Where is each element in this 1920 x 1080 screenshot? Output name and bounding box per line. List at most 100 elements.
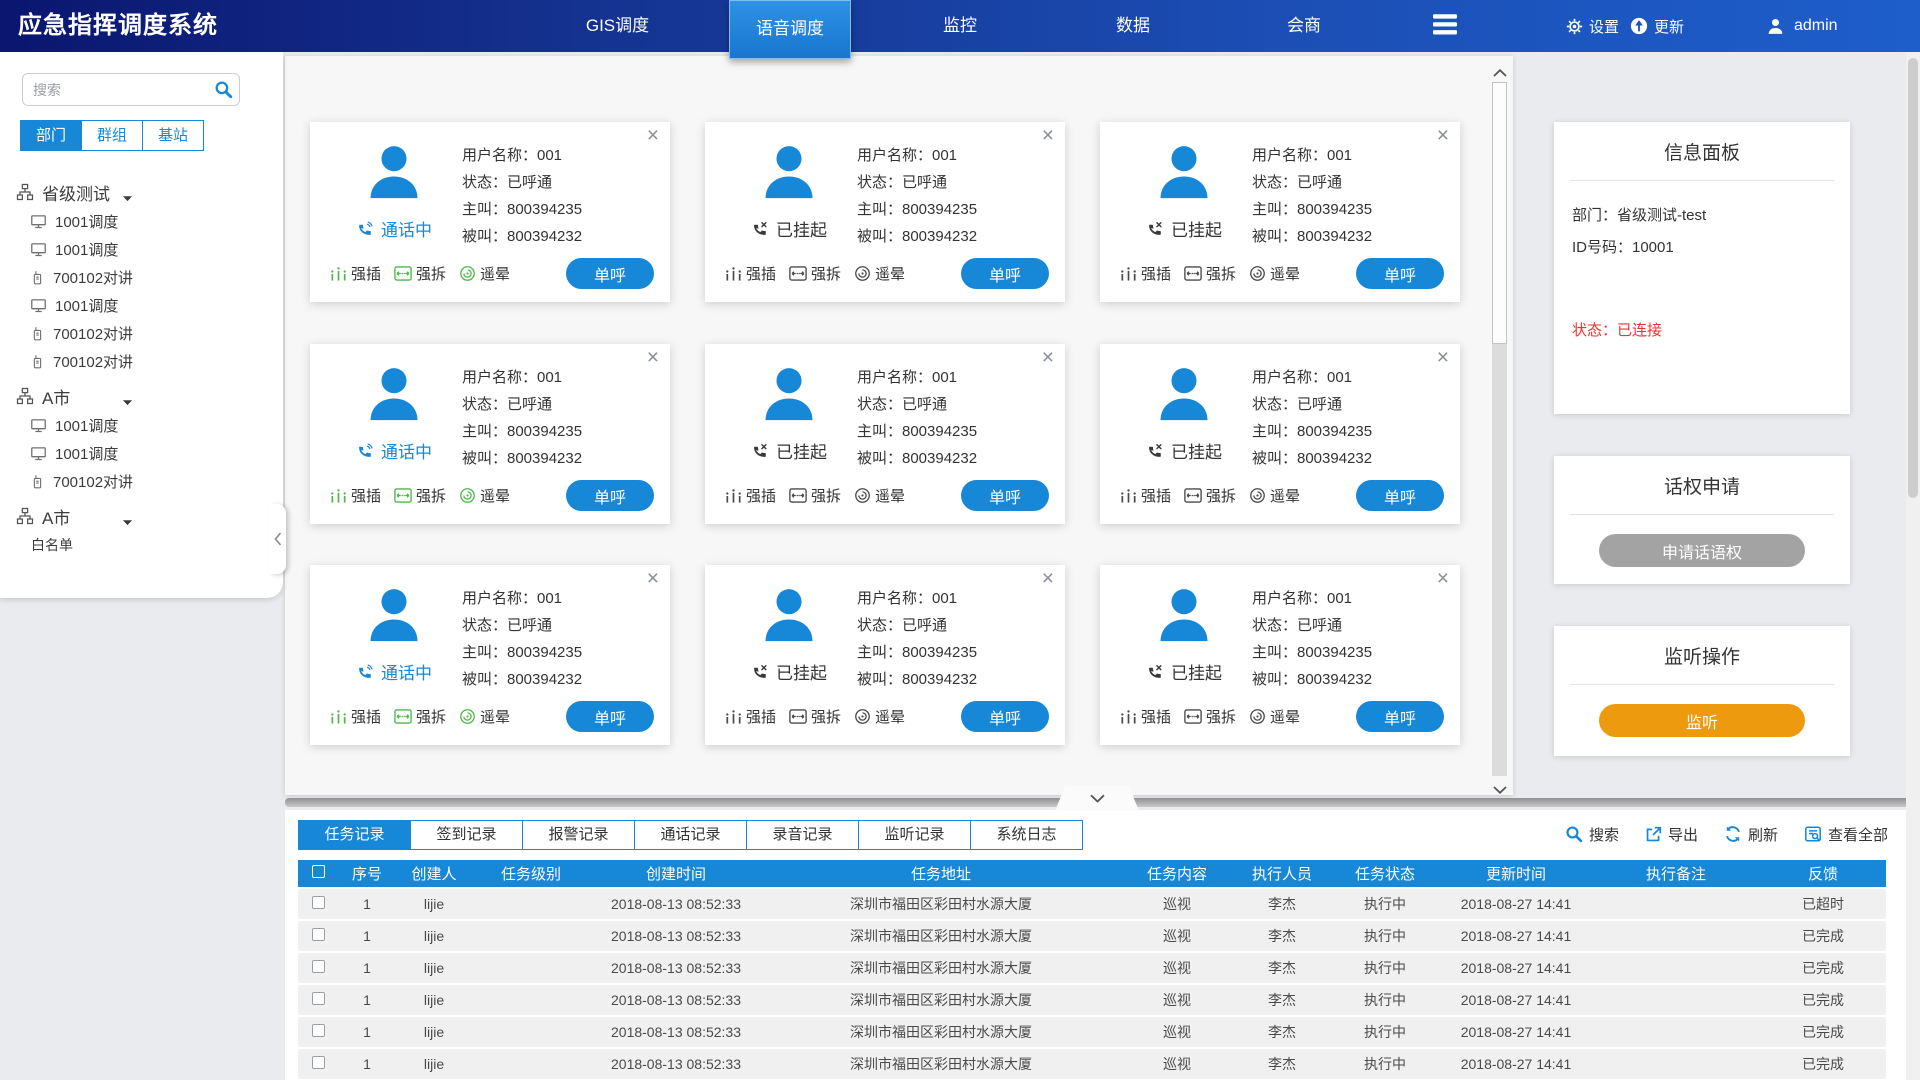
force-release-button[interactable]: 强拆 <box>394 706 446 727</box>
close-icon[interactable]: × <box>647 567 659 591</box>
close-icon[interactable]: × <box>647 124 659 148</box>
nav-item-3[interactable]: 数据 <box>1078 0 1188 52</box>
tree-group[interactable]: A市 <box>0 501 283 531</box>
single-call-button[interactable]: 单呼 <box>1356 480 1444 511</box>
force-release-button[interactable]: 强拆 <box>1184 485 1236 506</box>
tree-item[interactable]: 1001调度 <box>0 411 283 439</box>
force-release-button[interactable]: 强拆 <box>394 485 446 506</box>
row-checkbox[interactable] <box>312 1024 325 1037</box>
barge-in-button[interactable]: 强插 <box>1120 263 1171 284</box>
barge-in-button[interactable]: 强插 <box>725 263 776 284</box>
force-release-button[interactable]: 强拆 <box>394 263 446 284</box>
barge-in-button[interactable]: 强插 <box>1120 485 1171 506</box>
tree-item[interactable]: 1001调度 <box>0 207 283 235</box>
tool-export[interactable]: 导出 <box>1645 824 1698 845</box>
sidebar-tab-2[interactable]: 基站 <box>142 120 204 151</box>
user-menu[interactable]: admin <box>1766 0 1838 52</box>
close-icon[interactable]: × <box>1437 346 1449 370</box>
single-call-button[interactable]: 单呼 <box>566 480 654 511</box>
force-release-button[interactable]: 强拆 <box>1184 263 1236 284</box>
force-release-button[interactable]: 强拆 <box>789 263 841 284</box>
record-tab-6[interactable]: 系统日志 <box>970 820 1083 850</box>
remote-stun-button[interactable]: 遥晕 <box>1249 706 1300 727</box>
nav-item-1[interactable]: 语音调度 <box>729 0 851 59</box>
single-call-button[interactable]: 单呼 <box>566 701 654 732</box>
barge-in-button[interactable]: 强插 <box>330 485 381 506</box>
record-tab-0[interactable]: 任务记录 <box>298 820 411 850</box>
tree-item[interactable]: 白名单 <box>0 531 283 559</box>
scroll-down-icon[interactable] <box>1493 781 1507 795</box>
menu-icon[interactable] <box>1433 14 1457 40</box>
scroll-up-icon[interactable] <box>1493 64 1507 78</box>
scrollbar-thumb[interactable] <box>1492 82 1507 344</box>
remote-stun-button[interactable]: 遥晕 <box>459 706 510 727</box>
single-call-button[interactable]: 单呼 <box>961 258 1049 289</box>
monitor-button[interactable]: 监听 <box>1599 704 1805 737</box>
barge-in-button[interactable]: 强插 <box>725 485 776 506</box>
remote-stun-button[interactable]: 遥晕 <box>854 263 905 284</box>
tool-refresh[interactable]: 刷新 <box>1724 824 1778 845</box>
close-icon[interactable]: × <box>647 346 659 370</box>
sidebar-tab-1[interactable]: 群组 <box>81 120 143 151</box>
select-all-checkbox[interactable] <box>312 865 325 878</box>
tool-search[interactable]: 搜索 <box>1565 824 1619 845</box>
remote-stun-button[interactable]: 遥晕 <box>854 706 905 727</box>
single-call-button[interactable]: 单呼 <box>1356 258 1444 289</box>
nav-item-0[interactable]: GIS调度 <box>560 0 675 52</box>
row-checkbox[interactable] <box>312 1056 325 1069</box>
tree-item[interactable]: 1001调度 <box>0 439 283 467</box>
caret-down-icon[interactable] <box>122 188 133 208</box>
request-floor-button[interactable]: 申请话语权 <box>1599 534 1805 567</box>
single-call-button[interactable]: 单呼 <box>566 258 654 289</box>
close-icon[interactable]: × <box>1437 124 1449 148</box>
tree-group[interactable]: A市 <box>0 381 283 411</box>
close-icon[interactable]: × <box>1042 346 1054 370</box>
search-input[interactable] <box>22 73 240 106</box>
remote-stun-button[interactable]: 遥晕 <box>459 263 510 284</box>
close-icon[interactable]: × <box>1437 567 1449 591</box>
barge-in-button[interactable]: 强插 <box>330 263 381 284</box>
table-row[interactable]: 1 lijie 2018-08-13 08:52:33 深圳市福田区彩田村水源大… <box>298 985 1886 1015</box>
page-scrollbar-thumb[interactable] <box>1908 58 1918 498</box>
row-checkbox[interactable] <box>312 960 325 973</box>
page-scrollbar[interactable] <box>1906 52 1920 1080</box>
tree-group[interactable]: 省级测试 <box>0 177 283 207</box>
row-checkbox[interactable] <box>312 928 325 941</box>
single-call-button[interactable]: 单呼 <box>961 701 1049 732</box>
cards-scrollbar[interactable] <box>1490 56 1510 795</box>
table-row[interactable]: 1 lijie 2018-08-13 08:52:33 深圳市福田区彩田村水源大… <box>298 889 1886 919</box>
search-icon[interactable] <box>214 80 233 99</box>
close-icon[interactable]: × <box>1042 567 1054 591</box>
remote-stun-button[interactable]: 遥晕 <box>1249 263 1300 284</box>
tree-item[interactable]: 1001调度 <box>0 235 283 263</box>
table-row[interactable]: 1 lijie 2018-08-13 08:52:33 深圳市福田区彩田村水源大… <box>298 953 1886 983</box>
close-icon[interactable]: × <box>1042 124 1054 148</box>
update-button[interactable]: 更新 <box>1630 0 1684 52</box>
record-tab-2[interactable]: 报警记录 <box>522 820 635 850</box>
row-checkbox[interactable] <box>312 992 325 1005</box>
tool-view-all[interactable]: 查看全部 <box>1804 824 1888 845</box>
sidebar-collapse-handle[interactable] <box>269 504 286 574</box>
table-row[interactable]: 1 lijie 2018-08-13 08:52:33 深圳市福田区彩田村水源大… <box>298 1049 1886 1079</box>
nav-item-4[interactable]: 会商 <box>1249 0 1359 52</box>
remote-stun-button[interactable]: 遥晕 <box>854 485 905 506</box>
force-release-button[interactable]: 强拆 <box>789 485 841 506</box>
tree-item[interactable]: 700102对讲 <box>0 263 283 291</box>
barge-in-button[interactable]: 强插 <box>725 706 776 727</box>
nav-item-2[interactable]: 监控 <box>905 0 1015 52</box>
caret-down-icon[interactable] <box>122 392 133 412</box>
sidebar-tab-0[interactable]: 部门 <box>20 120 82 151</box>
table-row[interactable]: 1 lijie 2018-08-13 08:52:33 深圳市福田区彩田村水源大… <box>298 921 1886 951</box>
tree-item[interactable]: 700102对讲 <box>0 319 283 347</box>
expand-panel-tab[interactable] <box>1055 786 1139 811</box>
single-call-button[interactable]: 单呼 <box>961 480 1049 511</box>
force-release-button[interactable]: 强拆 <box>1184 706 1236 727</box>
barge-in-button[interactable]: 强插 <box>330 706 381 727</box>
tree-item[interactable]: 700102对讲 <box>0 347 283 375</box>
table-row[interactable]: 1 lijie 2018-08-13 08:52:33 深圳市福田区彩田村水源大… <box>298 1017 1886 1047</box>
record-tab-1[interactable]: 签到记录 <box>410 820 523 850</box>
tree-item[interactable]: 1001调度 <box>0 291 283 319</box>
record-tab-5[interactable]: 监听记录 <box>858 820 971 850</box>
tree-item[interactable]: 700102对讲 <box>0 467 283 495</box>
remote-stun-button[interactable]: 遥晕 <box>459 485 510 506</box>
